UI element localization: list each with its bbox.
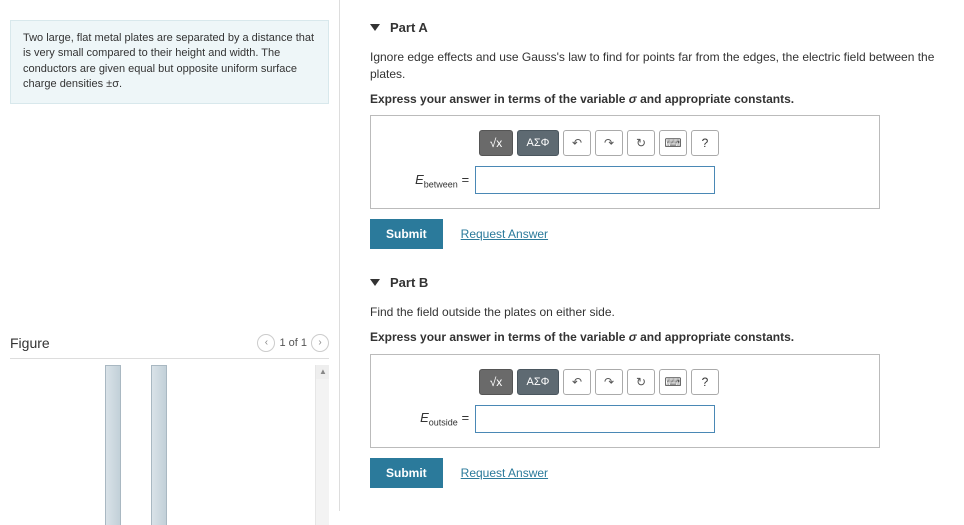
part-b-instruction-1: Find the field outside the plates on eit… xyxy=(370,304,944,321)
symbols-button[interactable]: ΑΣΦ xyxy=(517,369,559,395)
keyboard-button[interactable]: ⌨ xyxy=(659,369,687,395)
plate-left xyxy=(105,365,121,525)
part-b-answer-input[interactable] xyxy=(475,405,715,433)
part-a-header[interactable]: Part A xyxy=(370,20,944,35)
redo-button[interactable]: ↷ xyxy=(595,369,623,395)
caret-down-icon xyxy=(370,279,380,286)
part-b-field-label: Eoutside = xyxy=(389,410,469,428)
part-b-header[interactable]: Part B xyxy=(370,275,944,290)
templates-button[interactable]: √x xyxy=(479,130,513,156)
redo-button[interactable]: ↷ xyxy=(595,130,623,156)
help-button[interactable]: ? xyxy=(691,130,719,156)
undo-button[interactable]: ↶ xyxy=(563,130,591,156)
part-a-toolbar: √x ΑΣΦ ↶ ↷ ↻ ⌨ ? xyxy=(479,130,861,156)
part-b-answer-box: √x ΑΣΦ ↶ ↷ ↻ ⌨ ? Eoutside = xyxy=(370,354,880,448)
figure-next-button[interactable]: › xyxy=(311,334,329,352)
plate-right xyxy=(151,365,167,525)
part-a-instruction-1: Ignore edge effects and use Gauss's law … xyxy=(370,49,944,83)
figure-title: Figure xyxy=(10,335,50,351)
scroll-up-icon[interactable]: ▲ xyxy=(316,365,329,379)
part-a-field-label: Ebetween = xyxy=(389,172,469,190)
figure-prev-button[interactable]: ‹ xyxy=(257,334,275,352)
part-b-title: Part B xyxy=(390,275,428,290)
part-a-instruction-2: Express your answer in terms of the vari… xyxy=(370,91,944,108)
keyboard-button[interactable]: ⌨ xyxy=(659,130,687,156)
figure-area: ▲ xyxy=(10,365,329,525)
reset-button[interactable]: ↻ xyxy=(627,369,655,395)
undo-button[interactable]: ↶ xyxy=(563,369,591,395)
part-b-submit-button[interactable]: Submit xyxy=(370,458,443,488)
templates-button[interactable]: √x xyxy=(479,369,513,395)
part-a-submit-button[interactable]: Submit xyxy=(370,219,443,249)
part-a-title: Part A xyxy=(390,20,428,35)
part-a-answer-box: √x ΑΣΦ ↶ ↷ ↻ ⌨ ? Ebetween = xyxy=(370,115,880,209)
part-b-toolbar: √x ΑΣΦ ↶ ↷ ↻ ⌨ ? xyxy=(479,369,861,395)
figure-scrollbar[interactable]: ▲ xyxy=(315,365,329,525)
part-b-request-answer-link[interactable]: Request Answer xyxy=(461,466,548,480)
symbols-button[interactable]: ΑΣΦ xyxy=(517,130,559,156)
part-b-instruction-2: Express your answer in terms of the vari… xyxy=(370,329,944,346)
part-a-request-answer-link[interactable]: Request Answer xyxy=(461,227,548,241)
figure-pager: ‹ 1 of 1 › xyxy=(257,334,329,352)
reset-button[interactable]: ↻ xyxy=(627,130,655,156)
figure-pager-text: 1 of 1 xyxy=(279,337,307,349)
help-button[interactable]: ? xyxy=(691,369,719,395)
caret-down-icon xyxy=(370,24,380,31)
problem-statement: Two large, flat metal plates are separat… xyxy=(10,20,329,104)
part-a-answer-input[interactable] xyxy=(475,166,715,194)
